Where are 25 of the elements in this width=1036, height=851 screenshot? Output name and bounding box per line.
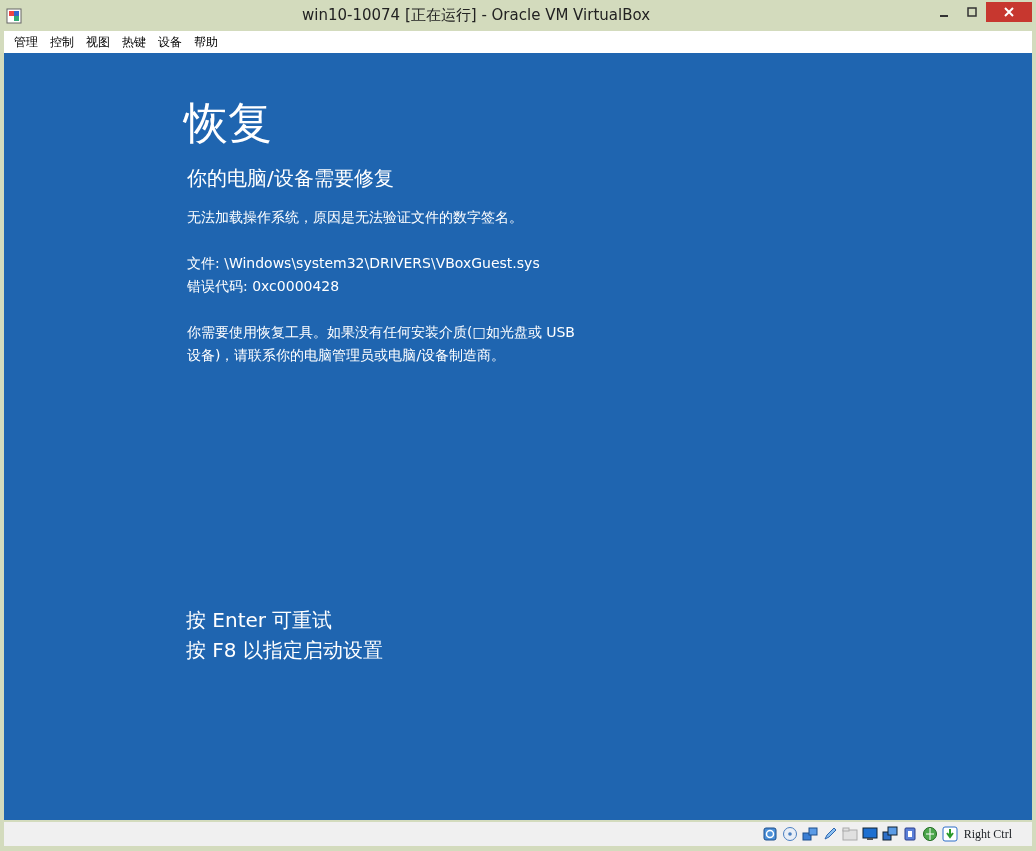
message-paragraph: 无法加载操作系统，原因是无法验证文件的数字签名。 xyxy=(187,207,524,227)
pen-icon[interactable] xyxy=(821,826,838,842)
menu-item[interactable]: 管理 xyxy=(8,33,44,51)
host-key-label: Right Ctrl xyxy=(963,826,1012,843)
recovery-subheading: 你的电脑/设备需要修复 xyxy=(187,165,395,190)
message-paragraph: 你需要使用恢复工具。如果没有任何安装介质(□如光盘或 USB 设备)，请联系你的电脑管理员或电脑/设备制造商。 xyxy=(187,322,576,365)
close-icon xyxy=(1004,6,1014,17)
menu-item[interactable]: 帮助 xyxy=(188,33,224,51)
app-icon xyxy=(6,7,22,24)
menu-item[interactable]: 设备 xyxy=(152,33,188,51)
menu-item[interactable]: 控制 xyxy=(44,33,80,51)
message-paragraph: 文件: \Windows\system32\DRIVERS\VBoxGuest.sys 错误代码: 0xc0000428 xyxy=(187,253,541,296)
close-button[interactable] xyxy=(986,1,1032,22)
key-prompt: 按 Enter 可重试 xyxy=(186,606,334,634)
optical-disc-icon[interactable] xyxy=(781,826,798,842)
menu-item[interactable]: 热键 xyxy=(116,33,152,51)
download-icon[interactable] xyxy=(941,826,958,842)
minimize-icon xyxy=(940,14,948,17)
monitor-icon[interactable] xyxy=(861,826,878,842)
chip-icon[interactable] xyxy=(901,826,918,842)
window-title: win10-10074 [正在运行] - Oracle VM VirtualBox xyxy=(301,5,651,27)
maximize-icon xyxy=(967,6,977,17)
menu-item[interactable]: 视图 xyxy=(80,33,116,51)
key-prompt: 按 F8 以指定启动设置 xyxy=(186,636,384,664)
recovery-heading: 恢复 xyxy=(184,97,273,150)
